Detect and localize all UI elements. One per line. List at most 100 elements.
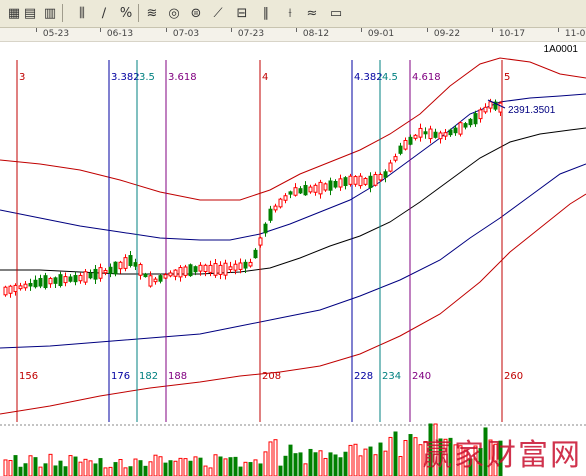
volume-bar — [128, 466, 133, 476]
volume-bar — [398, 456, 403, 476]
candle-body — [233, 263, 238, 271]
candle-body — [463, 123, 468, 128]
volume-bar — [163, 462, 168, 476]
candle-body — [458, 122, 463, 135]
volume-bar — [413, 437, 418, 476]
volume-bar — [173, 460, 178, 476]
volume-bar — [338, 457, 343, 476]
volume-bar — [253, 459, 258, 476]
report-icon[interactable]: ▥ — [40, 3, 60, 23]
volume-bar — [323, 457, 328, 476]
candle-body — [203, 264, 208, 273]
channel-icon[interactable]: ⊟ — [232, 3, 252, 23]
volume-bar — [78, 461, 83, 476]
volume-bar — [38, 466, 43, 476]
candle-body — [213, 263, 218, 276]
fib-bottom-label: 176 — [111, 371, 130, 382]
candle-body — [13, 284, 18, 293]
volume-bar — [3, 459, 8, 476]
percent-line-icon[interactable]: ≋ — [142, 3, 162, 23]
percent-tool-icon[interactable]: % — [116, 3, 136, 23]
volume-bar — [278, 465, 283, 476]
date-axis: 05-23 06-13 07-03 07-23 08-12 09-01 09-22 10-17… — [0, 28, 586, 42]
fan-line-icon[interactable]: ⟋ — [208, 3, 228, 23]
date-label: 11-08 — [564, 29, 586, 39]
candle-body — [223, 262, 228, 276]
candle-body — [443, 132, 448, 137]
fib-bottom-label: 240 — [412, 371, 431, 382]
cycle-icon[interactable]: ∥ — [256, 3, 276, 23]
volume-bar — [33, 457, 38, 476]
volume-bar — [53, 465, 58, 476]
volume-bar — [63, 466, 68, 476]
candle-body — [383, 171, 388, 178]
volume-bar — [68, 455, 73, 476]
candle-body — [303, 184, 308, 196]
gold-section-icon[interactable]: ◎ — [164, 3, 184, 23]
fib-bottom-label: 156 — [19, 371, 38, 382]
candle-body — [428, 128, 433, 140]
volume-bar — [48, 453, 53, 476]
volume-bar — [153, 454, 158, 476]
candle-body — [353, 176, 358, 185]
volume-bar — [118, 459, 123, 476]
candle-body — [148, 275, 153, 287]
candle-body — [18, 285, 23, 290]
candle-body — [153, 278, 158, 283]
candle-body — [28, 282, 33, 287]
volume-bar — [178, 457, 183, 476]
ruler-icon[interactable]: ⟊ — [280, 3, 300, 23]
volume-bar — [28, 455, 33, 476]
volume-bar — [108, 466, 113, 476]
date-tick — [296, 28, 297, 32]
candle-body — [258, 237, 263, 246]
fib-tool-icon[interactable]: ⫼ — [72, 3, 92, 23]
candle-body — [43, 275, 48, 289]
upper-band-line — [0, 57, 586, 201]
date-label: 07-03 — [172, 29, 200, 39]
candle-body — [168, 272, 173, 277]
volume-bar — [298, 452, 303, 476]
date-tick — [361, 28, 362, 32]
candle-body — [488, 101, 493, 109]
volume-bar — [368, 446, 373, 476]
date-label: 06-13 — [106, 29, 134, 39]
fib-bottom-label: 234 — [382, 371, 401, 382]
fib-bottom-label: 188 — [168, 371, 187, 382]
candle-body — [118, 261, 123, 270]
gann-tool-icon[interactable]: ∕ — [94, 3, 114, 23]
volume-bar — [238, 466, 243, 476]
candle-body — [88, 272, 93, 279]
volume-bar — [208, 467, 213, 476]
date-tick — [492, 28, 493, 32]
volume-bar — [188, 460, 193, 476]
volume-bar — [343, 451, 348, 476]
volume-bar — [393, 431, 398, 476]
candle-body — [248, 261, 253, 267]
fib-top-label: 3.618 — [168, 72, 197, 83]
date-label: 09-01 — [367, 29, 395, 39]
candle-body — [418, 127, 423, 138]
volume-bar — [198, 457, 203, 476]
candle-body — [473, 113, 478, 125]
candle-body — [243, 261, 248, 269]
candle-body — [93, 268, 98, 280]
date-tick — [36, 28, 37, 32]
candle-body — [373, 174, 378, 186]
candle-body — [483, 106, 488, 113]
gold-price-icon[interactable]: ⊜ — [186, 3, 206, 23]
candle-body — [268, 208, 273, 221]
candle-body — [158, 275, 163, 282]
candle-body — [128, 255, 133, 266]
candlestick-chart: 3 156 3.382 176 3.5 182 3.618 188 4 208 4.382 228 4.… — [0, 57, 586, 476]
volume-bar — [193, 456, 198, 476]
table-icon[interactable]: ▤ — [20, 3, 40, 23]
volume-bar — [138, 460, 143, 476]
volume-bar — [333, 454, 338, 476]
candle-body — [58, 274, 63, 287]
candle-body — [113, 261, 118, 275]
box-icon[interactable]: ▭ — [326, 3, 346, 23]
candle-body — [448, 129, 453, 136]
wave-icon[interactable]: ≈ — [302, 3, 322, 23]
volume-bar — [308, 448, 313, 476]
